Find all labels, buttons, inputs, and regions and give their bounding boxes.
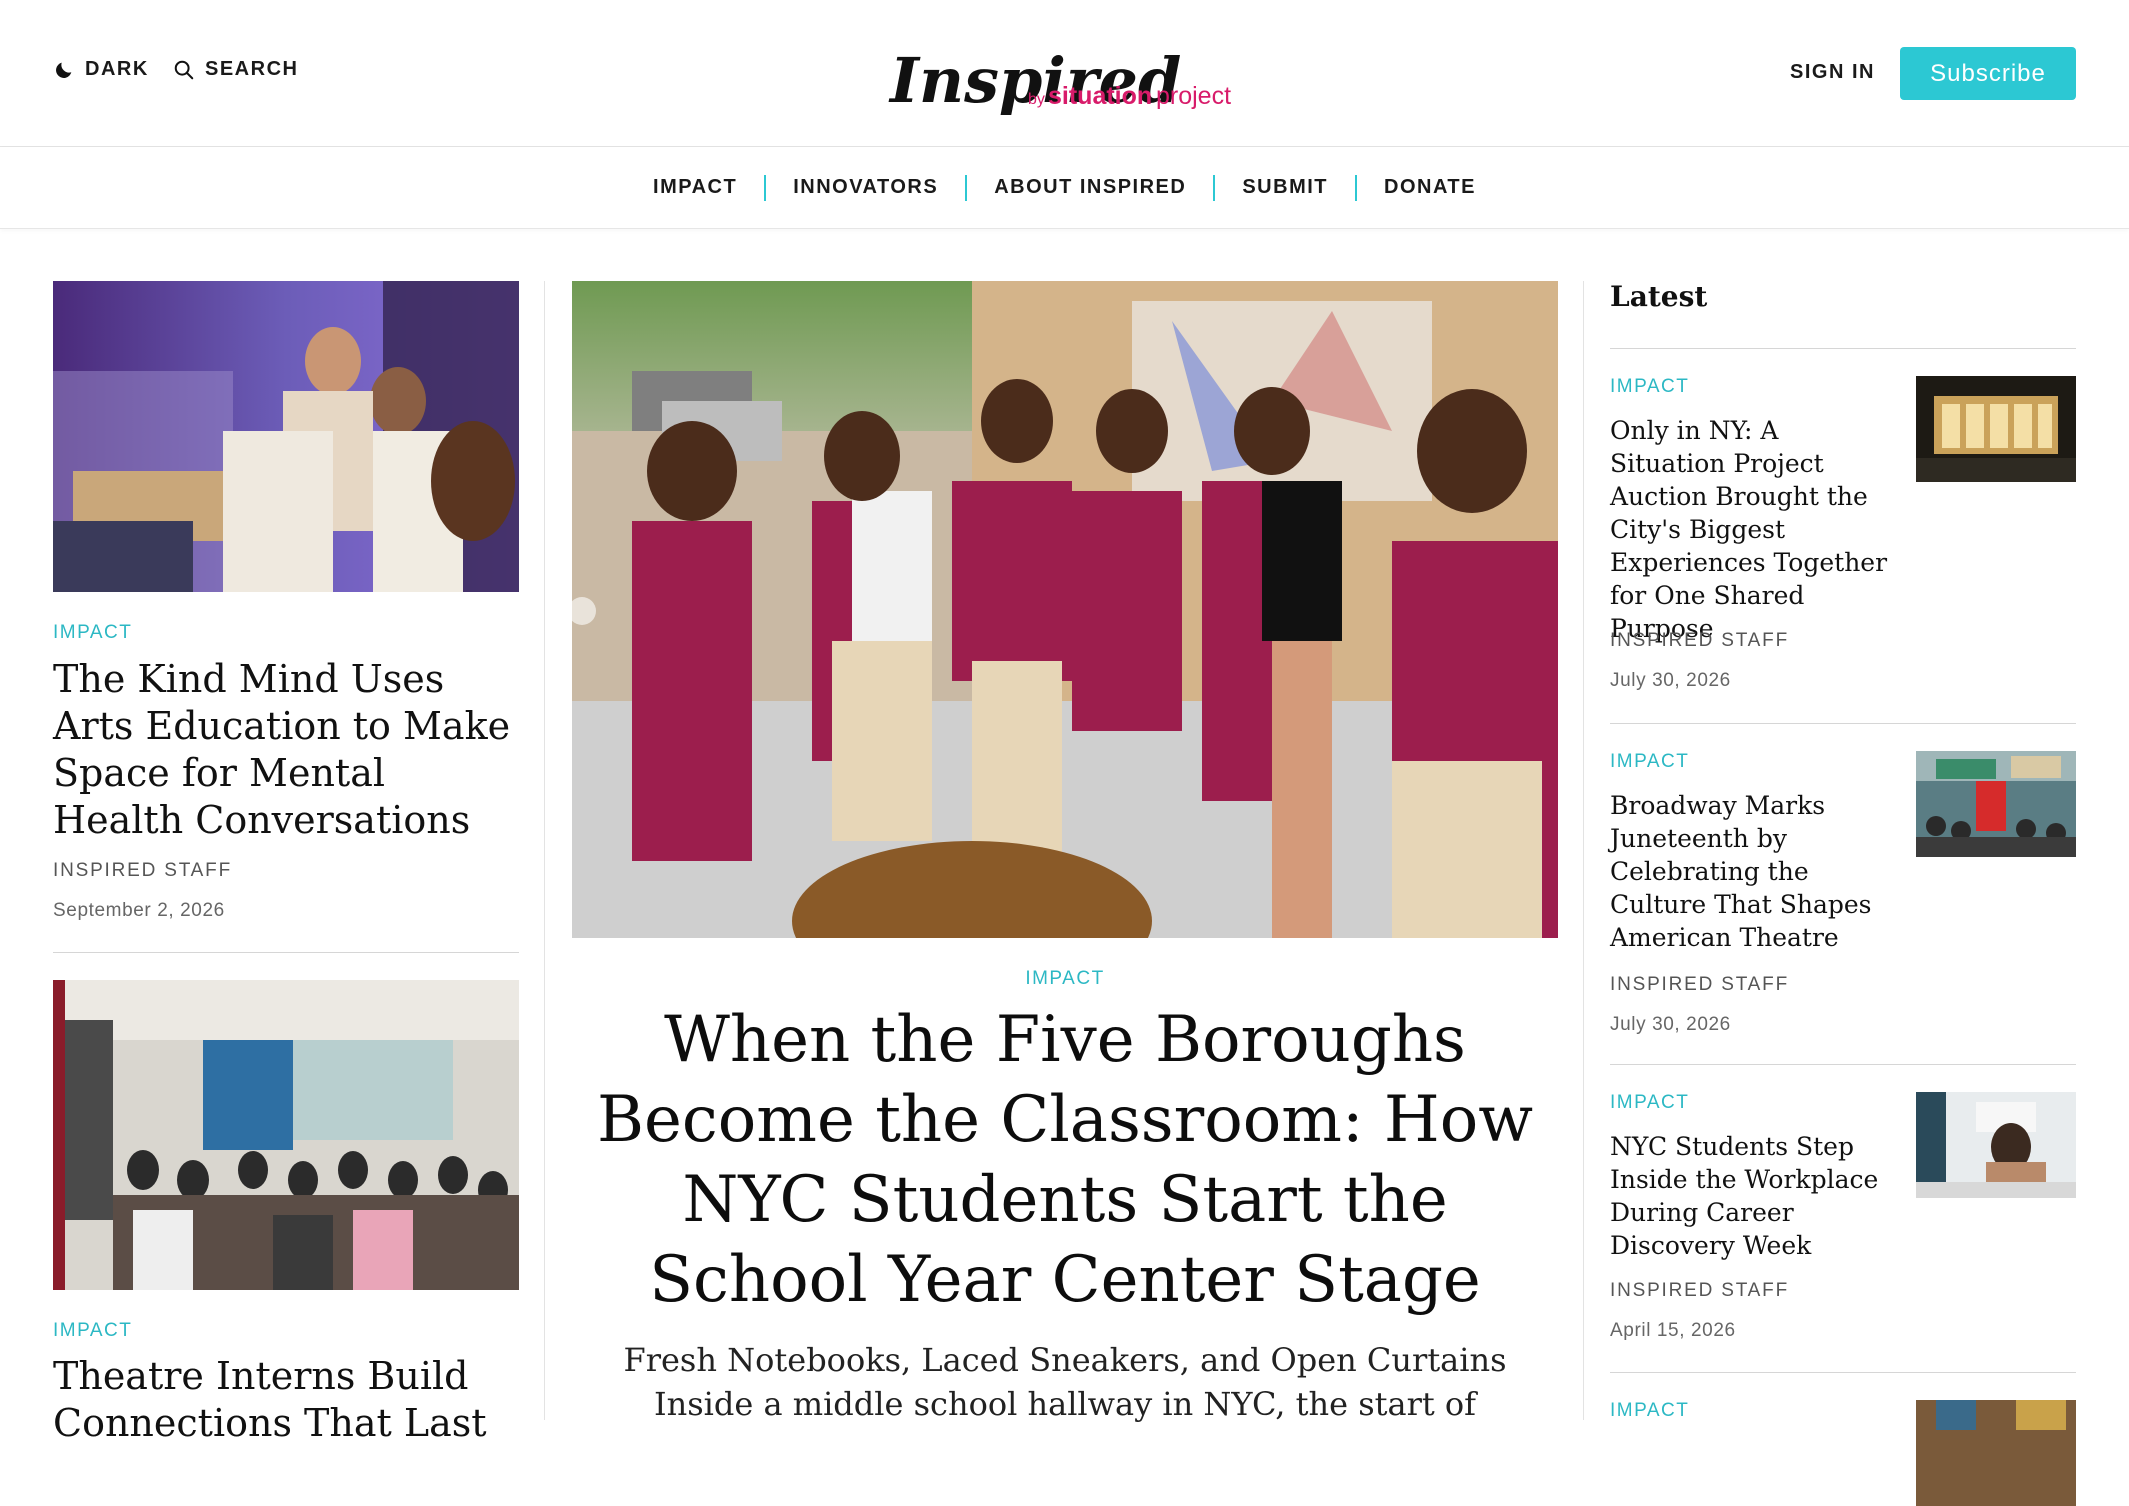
latest-item-kicker[interactable]: IMPACT: [1610, 1400, 1689, 1422]
nav-item-submit[interactable]: SUBMIT: [1215, 176, 1355, 199]
sign-in-link[interactable]: SIGN IN: [1790, 61, 1875, 84]
latest-separator: [1610, 1372, 2076, 1373]
latest-item: IMPACT: [1610, 1400, 2076, 1506]
logo-situation-text: situation: [1048, 82, 1152, 110]
column-divider-left: [544, 281, 545, 1420]
article-title-kind-mind[interactable]: The Kind Mind Uses Arts Education to Mak…: [53, 656, 523, 844]
article-kicker[interactable]: IMPACT: [53, 622, 132, 644]
site-logo[interactable]: Inspired by situation project: [888, 26, 1248, 122]
column-divider-right: [1583, 281, 1584, 1420]
latest-item: IMPACT Broadway Marks Juneteenth by Cele…: [1610, 751, 2076, 1041]
latest-item: IMPACT NYC Students Step Inside the Work…: [1610, 1092, 2076, 1352]
latest-item-title[interactable]: NYC Students Step Inside the Workplace D…: [1610, 1130, 1900, 1262]
nav-item-about-inspired[interactable]: ABOUT INSPIRED: [967, 176, 1213, 199]
latest-separator: [1610, 1064, 2076, 1065]
subscribe-button[interactable]: Subscribe: [1900, 47, 2076, 100]
article-separator: [53, 952, 519, 953]
latest-item-author[interactable]: INSPIRED STAFF: [1610, 974, 1789, 996]
latest-item-thumbnail[interactable]: [1916, 751, 2076, 857]
article-date: September 2, 2026: [53, 900, 225, 921]
latest-item-title[interactable]: Broadway Marks Juneteenth by Celebrating…: [1610, 789, 1900, 954]
logo-by-text: by: [1028, 91, 1045, 108]
article-image-kind-mind[interactable]: [53, 281, 519, 592]
dark-mode-label: DARK: [85, 58, 149, 80]
search-button[interactable]: SEARCH: [173, 58, 298, 81]
latest-item-kicker[interactable]: IMPACT: [1610, 751, 1689, 773]
latest-heading-underline: [1610, 348, 2076, 349]
article-image-theatre-interns[interactable]: [53, 980, 519, 1290]
latest-item-kicker[interactable]: IMPACT: [1610, 376, 1689, 398]
latest-separator: [1610, 723, 2076, 724]
dark-mode-toggle[interactable]: DARK: [53, 58, 149, 81]
featured-subtitle-line: Inside a middle school hallway in NYC, t…: [653, 1385, 1477, 1423]
article-author[interactable]: INSPIRED STAFF: [53, 860, 232, 882]
logo-project-text: project: [1156, 82, 1231, 110]
search-label: SEARCH: [205, 58, 299, 80]
nav-item-innovators[interactable]: INNOVATORS: [766, 176, 965, 199]
featured-kicker[interactable]: IMPACT: [572, 968, 1558, 990]
search-icon: [173, 59, 195, 81]
article-title-theatre-interns[interactable]: Theatre Interns Build Connections That L…: [53, 1353, 523, 1447]
latest-item-kicker[interactable]: IMPACT: [1610, 1092, 1689, 1114]
featured-subtitle-line: Fresh Notebooks, Laced Sneakers, and Ope…: [623, 1341, 1507, 1379]
featured-title[interactable]: When the Five Boroughs Become the Classr…: [590, 1000, 1540, 1320]
latest-item-author[interactable]: INSPIRED STAFF: [1610, 1280, 1789, 1302]
featured-subtitle: Fresh Notebooks, Laced Sneakers, and Ope…: [600, 1338, 1530, 1426]
latest-item-thumbnail[interactable]: [1916, 376, 2076, 482]
latest-item-author[interactable]: INSPIRED STAFF: [1610, 630, 1789, 652]
featured-article-image[interactable]: [572, 281, 1558, 938]
latest-item-date: July 30, 2026: [1610, 1014, 1731, 1035]
latest-item-thumbnail[interactable]: [1916, 1400, 2076, 1506]
latest-item-title[interactable]: Only in NY: A Situation Project Auction …: [1610, 414, 1900, 645]
latest-item: IMPACT Only in NY: A Situation Project A…: [1610, 376, 2076, 696]
latest-item-date: July 30, 2026: [1610, 670, 1731, 691]
nav-item-impact[interactable]: IMPACT: [626, 176, 764, 199]
site-header: DARK SEARCH Inspired by situation projec…: [0, 0, 2129, 147]
latest-item-thumbnail[interactable]: [1916, 1092, 2076, 1198]
article-kicker[interactable]: IMPACT: [53, 1320, 132, 1342]
nav-item-donate[interactable]: DONATE: [1357, 176, 1503, 199]
moon-icon: [53, 59, 75, 81]
latest-item-date: April 15, 2026: [1610, 1320, 1736, 1341]
main-nav: IMPACT INNOVATORS ABOUT INSPIRED SUBMIT …: [0, 147, 2129, 229]
latest-heading: Latest: [1610, 280, 1708, 313]
